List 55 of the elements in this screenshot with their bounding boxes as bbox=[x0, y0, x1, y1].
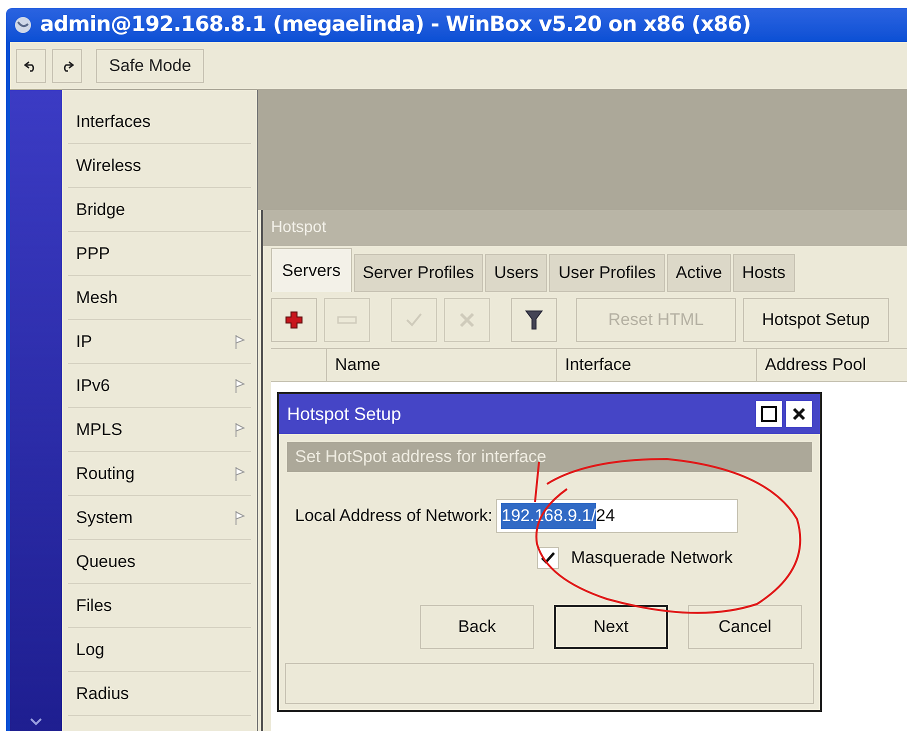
check-icon bbox=[541, 552, 555, 564]
window-title: admin@192.168.8.1 (megaelinda) - WinBox v5.20 on x86 (x86) bbox=[40, 11, 751, 38]
plus-icon bbox=[285, 311, 303, 329]
dialog-button[interactable]: Cancel bbox=[688, 604, 802, 648]
redo-button[interactable] bbox=[52, 48, 82, 82]
dialog-button[interactable]: Next bbox=[554, 604, 668, 648]
sidebar-item[interactable]: Log bbox=[68, 628, 251, 672]
tab[interactable]: User Profiles bbox=[549, 254, 665, 292]
checkbox-label: Masquerade Network bbox=[571, 547, 733, 569]
sidebar-item[interactable]: Bridge bbox=[68, 188, 251, 232]
column-header[interactable]: Interface bbox=[557, 349, 757, 381]
sidebar-item[interactable]: Files bbox=[68, 584, 251, 628]
tab[interactable]: Servers bbox=[271, 248, 352, 292]
toolbar-button[interactable] bbox=[271, 298, 317, 342]
sidebar-item[interactable]: Interfaces bbox=[68, 100, 251, 144]
submenu-arrow-icon bbox=[235, 378, 245, 394]
minus-icon bbox=[337, 316, 357, 324]
sidebar-item[interactable]: Routing bbox=[68, 452, 251, 496]
submenu-arrow-icon bbox=[235, 334, 245, 350]
close-icon bbox=[792, 407, 806, 421]
sidebar-item[interactable]: PPP bbox=[68, 232, 251, 276]
close-button[interactable] bbox=[786, 401, 812, 427]
field-label: Local Address of Network: bbox=[295, 505, 492, 528]
window-title: Hotspot bbox=[271, 218, 326, 238]
submenu-arrow-icon bbox=[235, 510, 245, 526]
maximize-button[interactable] bbox=[756, 401, 782, 427]
tab[interactable]: Users bbox=[485, 254, 548, 292]
sidebar-item[interactable]: System bbox=[68, 496, 251, 540]
sidebar-item[interactable]: IP bbox=[68, 320, 251, 364]
toolbar-button[interactable] bbox=[511, 298, 557, 342]
column-header[interactable]: Address Pool bbox=[757, 349, 907, 381]
dialog-subtitle: Set HotSpot address for interface bbox=[295, 446, 546, 468]
maximize-icon bbox=[761, 406, 777, 422]
sidebar-item[interactable]: Radius bbox=[68, 672, 251, 716]
tab[interactable]: Server Profiles bbox=[354, 254, 484, 292]
safe-mode-button[interactable]: Safe Mode bbox=[96, 48, 204, 82]
tab[interactable]: Hosts bbox=[733, 254, 795, 292]
dialog-title: Hotspot Setup bbox=[287, 402, 402, 426]
sidebar-item[interactable]: Wireless bbox=[68, 144, 251, 188]
toolbar-button[interactable]: Hotspot Setup bbox=[743, 298, 889, 342]
sidebar-item[interactable]: MPLS bbox=[68, 408, 251, 452]
collapse-icon bbox=[29, 717, 43, 727]
submenu-arrow-icon bbox=[235, 466, 245, 482]
submenu-arrow-icon bbox=[235, 422, 245, 438]
sidebar-item[interactable]: IPv6 bbox=[68, 364, 251, 408]
sidebar-item[interactable]: Mesh bbox=[68, 276, 251, 320]
app-icon bbox=[14, 16, 32, 34]
undo-button[interactable] bbox=[16, 48, 46, 82]
cross-icon bbox=[459, 312, 475, 328]
filter-icon bbox=[525, 310, 543, 330]
column-header[interactable]: Name bbox=[327, 349, 557, 381]
dialog-button[interactable]: Back bbox=[420, 604, 534, 648]
check-icon bbox=[405, 312, 423, 328]
sidebar-item[interactable]: Queues bbox=[68, 540, 251, 584]
tab[interactable]: Active bbox=[666, 254, 732, 292]
